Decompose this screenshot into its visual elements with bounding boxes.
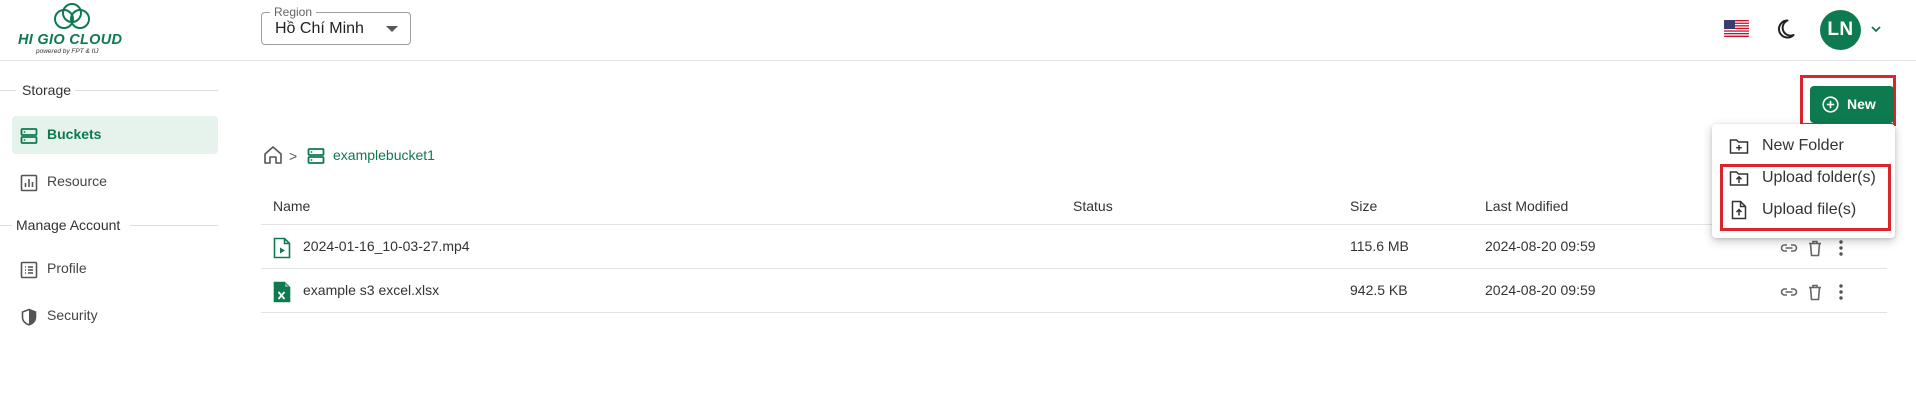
region-label: Region [270,5,317,19]
breadcrumb-separator: > [289,148,298,164]
file-name[interactable]: 2024-01-16_10-03-27.mp4 [303,238,470,254]
upload-options-highlight [1720,164,1891,231]
chart-icon [20,174,38,192]
brand-tagline: powered by FPT & IIJ [36,48,99,55]
file-size: 115.6 MB [1350,238,1409,254]
row-actions [1778,237,1868,259]
top-bar: HI GIO CLOUD powered by FPT & IIJ Region… [0,0,1916,61]
more-vertical-icon[interactable] [1830,237,1852,259]
moon-icon[interactable] [1773,17,1797,41]
table-header: Name Status Size Last Modified [261,187,1887,225]
sidebar-section-label: Storage [18,82,76,98]
excel-file-icon [273,281,291,303]
file-name[interactable]: example s3 excel.xlsx [303,282,439,298]
menu-item-new-folder[interactable]: New Folder [1712,130,1895,162]
video-file-icon [273,237,291,259]
menu-item-label: New Folder [1762,137,1844,154]
logo-mark-icon [54,3,90,29]
region-select[interactable]: Region Hồ Chí Minh [261,5,411,45]
bucket-icon [307,147,325,165]
breadcrumb: > examplebucket1 [262,144,562,168]
link-icon[interactable] [1778,281,1800,303]
bucket-icon [20,127,38,145]
column-header-status[interactable]: Status [1073,198,1113,214]
table-row[interactable]: example s3 excel.xlsx 942.5 KB 2024-08-2… [261,269,1887,313]
new-folder-icon [1729,136,1749,156]
row-actions [1778,281,1868,303]
sidebar-section-label: Manage Account [12,217,125,233]
column-header-size[interactable]: Size [1350,198,1377,214]
column-header-name[interactable]: Name [273,198,310,214]
column-header-last-modified[interactable]: Last Modified [1485,198,1568,214]
more-vertical-icon[interactable] [1830,281,1852,303]
table-row[interactable]: 2024-01-16_10-03-27.mp4 115.6 MB 2024-08… [261,225,1887,269]
new-button-label: New [1847,96,1876,112]
trash-icon[interactable] [1804,281,1826,303]
breadcrumb-bucket-link[interactable]: examplebucket1 [333,147,435,163]
region-value: Hồ Chí Minh [275,20,364,37]
sidebar-item-buckets[interactable]: Buckets [12,116,218,154]
sidebar: Storage Buckets Resource Manage Account [0,62,222,406]
link-icon[interactable] [1778,237,1800,259]
file-last-modified: 2024-08-20 09:59 [1485,282,1596,298]
profile-list-icon [20,261,38,279]
objects-table: Name Status Size Last Modified 2024-01-1… [261,187,1887,313]
brand-logo[interactable]: HI GIO CLOUD powered by FPT & IIJ [14,2,132,58]
chevron-down-icon[interactable] [1869,22,1883,36]
sidebar-section-storage: Storage [0,81,218,101]
sidebar-item-label: Security [47,307,98,323]
sidebar-item-resource[interactable]: Resource [12,163,218,201]
divider [0,225,12,226]
caret-down-icon [386,26,398,32]
file-size: 942.5 KB [1350,282,1408,298]
divider [0,90,16,91]
sidebar-item-security[interactable]: Security [12,297,218,335]
us-flag-icon[interactable] [1724,20,1749,37]
home-icon[interactable] [262,144,284,166]
divider [130,225,218,226]
sidebar-item-label: Profile [47,260,87,276]
new-button[interactable]: New [1810,86,1894,123]
sidebar-item-label: Buckets [47,126,102,142]
divider [74,90,218,91]
add-circle-icon [1822,96,1839,113]
trash-icon[interactable] [1804,237,1826,259]
sidebar-section-manage-account: Manage Account [0,216,218,236]
sidebar-item-profile[interactable]: Profile [12,250,218,288]
brand-name: HI GIO CLOUD [18,32,123,48]
sidebar-item-label: Resource [47,173,107,189]
file-last-modified: 2024-08-20 09:59 [1485,238,1596,254]
avatar[interactable]: LN [1820,10,1861,50]
shield-icon [20,308,38,326]
